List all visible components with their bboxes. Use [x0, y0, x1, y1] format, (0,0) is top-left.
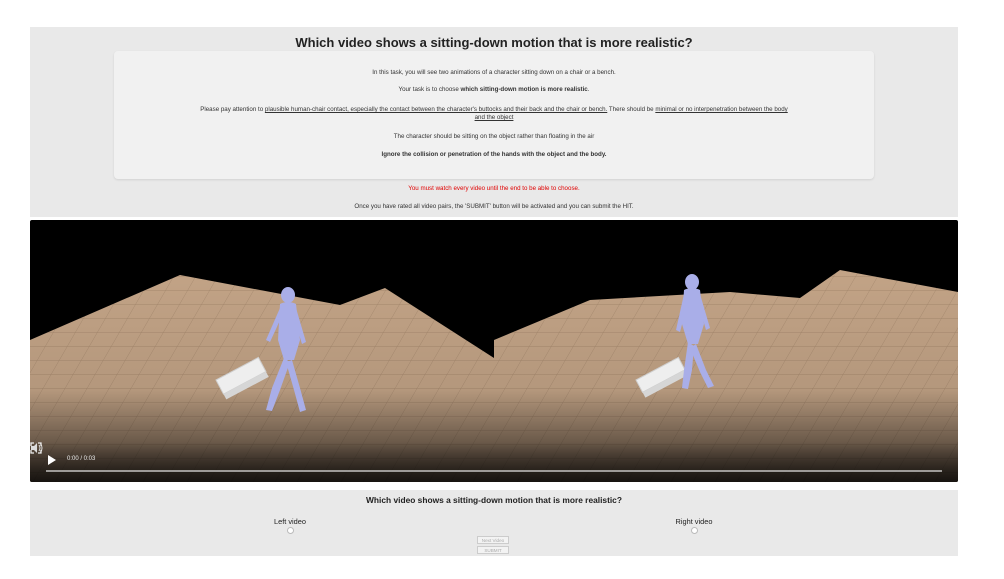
next-video-button[interactable]: Next Video [477, 536, 509, 544]
submit-note: Once you have rated all video pairs, the… [354, 203, 634, 210]
instruction-line-3b: and the object [474, 114, 514, 121]
right-video-label: Right video [675, 517, 713, 526]
rating-panel: Which video shows a sitting-down motion … [30, 490, 958, 556]
instructions-panel: Which video shows a sitting-down motion … [30, 27, 958, 217]
instructions-box: In this task, you will see two animation… [114, 51, 874, 179]
video-time: 0:00 / 0:03 [67, 456, 96, 462]
instruction-line-3: Please pay attention to plausible human-… [200, 106, 788, 113]
left-video-label: Left video [273, 517, 307, 526]
warning-text: You must watch every video until the end… [408, 185, 580, 192]
video-player[interactable]: 0:00 / 0:03 [30, 220, 958, 482]
rating-question: Which video shows a sitting-down motion … [366, 495, 622, 505]
play-icon[interactable] [48, 455, 56, 465]
right-video-radio[interactable] [691, 527, 698, 534]
fullscreen-icon[interactable] [30, 442, 42, 454]
instruction-line-5: Ignore the collision or penetration of t… [381, 151, 607, 158]
video-progress-bar[interactable] [46, 470, 942, 472]
instruction-line-4: The character should be sitting on the o… [393, 133, 595, 140]
instruction-line-2: Your task is to choose which sitting-dow… [398, 86, 590, 93]
instruction-line-1: In this task, you will see two animation… [372, 69, 616, 76]
submit-button[interactable]: SUBMIT [477, 546, 509, 554]
left-video-radio[interactable] [287, 527, 294, 534]
page-title: Which video shows a sitting-down motion … [295, 35, 693, 50]
video-controls: 0:00 / 0:03 [30, 442, 958, 482]
